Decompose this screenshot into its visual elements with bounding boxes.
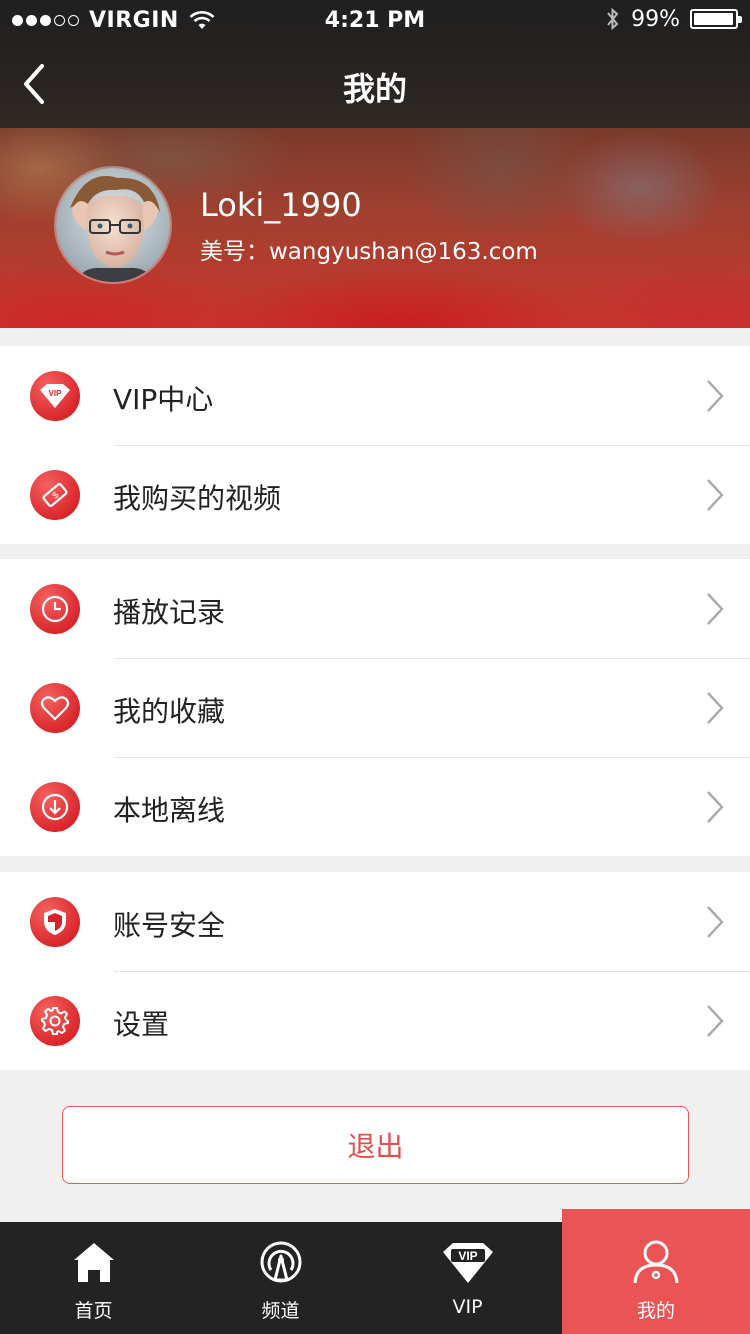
tab-label: VIP (452, 1296, 483, 1318)
home-icon (73, 1243, 114, 1282)
broadcast-icon (260, 1241, 301, 1283)
tab-label: 我的 (636, 1300, 675, 1322)
chevron-right-icon (707, 906, 724, 938)
ticket-icon: $ (30, 470, 80, 520)
gear-icon (30, 996, 80, 1046)
tab-mine[interactable]: 我的 (562, 1209, 750, 1334)
menu-group-membership: VIP VIP中心 $ 我购买的视频 (0, 346, 750, 544)
svg-text:VIP: VIP (49, 389, 63, 398)
chevron-right-icon (707, 593, 724, 625)
menu-item-favorites[interactable]: 我的收藏 (0, 658, 750, 757)
profile-banner: Loki_1990 美号：wangyushan@163.com (0, 128, 750, 328)
menu-item-vip-center[interactable]: VIP VIP中心 (0, 346, 750, 445)
account-id: 美号：wangyushan@163.com (200, 239, 538, 265)
logout-button[interactable]: 退出 (62, 1106, 689, 1184)
menu-item-label: 我购买的视频 (113, 482, 282, 515)
navigation-bar: 我的 (0, 40, 750, 128)
menu-item-label: 设置 (113, 1008, 170, 1041)
tab-home[interactable]: 首页 (0, 1222, 187, 1334)
vip-diamond-icon: VIP (30, 371, 80, 421)
battery-percent: 99% (631, 6, 680, 32)
menu-item-purchased-videos[interactable]: $ 我购买的视频 (0, 445, 750, 544)
status-bar: VIRGIN 4:21 PM 99% (0, 0, 750, 40)
chevron-right-icon (707, 479, 724, 511)
tab-vip[interactable]: VIP VIP (374, 1222, 561, 1334)
chevron-right-icon (707, 791, 724, 823)
menu-group-content: 播放记录 我的收藏 本地离线 (0, 559, 750, 856)
top-header: VIRGIN 4:21 PM 99% 我的 (0, 0, 750, 128)
menu-item-label: 播放记录 (113, 596, 226, 629)
menu-group-account: 账号安全 设置 (0, 872, 750, 1070)
chevron-right-icon (707, 692, 724, 724)
chevron-right-icon (707, 1005, 724, 1037)
user-icon (633, 1240, 679, 1284)
chevron-right-icon (707, 380, 724, 412)
battery-icon (690, 9, 742, 29)
menu-item-label: VIP中心 (113, 383, 214, 416)
menu-item-play-history[interactable]: 播放记录 (0, 559, 750, 658)
tab-bar: 首页 频道 VIP VIP 我的 (0, 1209, 750, 1334)
download-icon (30, 782, 80, 832)
status-right: 99% (605, 6, 742, 32)
svg-text:VIP: VIP (458, 1249, 477, 1263)
username: Loki_1990 (200, 186, 362, 224)
page-title: 我的 (342, 70, 407, 108)
shield-icon (30, 897, 80, 947)
tab-label: 首页 (74, 1300, 113, 1322)
menu-item-account-security[interactable]: 账号安全 (0, 872, 750, 971)
menu-item-label: 我的收藏 (113, 695, 226, 728)
avatar[interactable] (54, 166, 172, 284)
avatar-image (56, 168, 170, 282)
vip-diamond-icon: VIP (442, 1243, 493, 1283)
heart-icon (30, 683, 80, 733)
menu-item-settings[interactable]: 设置 (0, 971, 750, 1070)
bluetooth-icon (607, 7, 619, 31)
menu-item-label: 账号安全 (113, 909, 226, 942)
menu-item-label: 本地离线 (113, 794, 226, 827)
tab-channels[interactable]: 频道 (187, 1222, 374, 1334)
tab-label: 频道 (261, 1300, 300, 1322)
menu-item-offline-downloads[interactable]: 本地离线 (0, 757, 750, 856)
clock-icon (30, 584, 80, 634)
